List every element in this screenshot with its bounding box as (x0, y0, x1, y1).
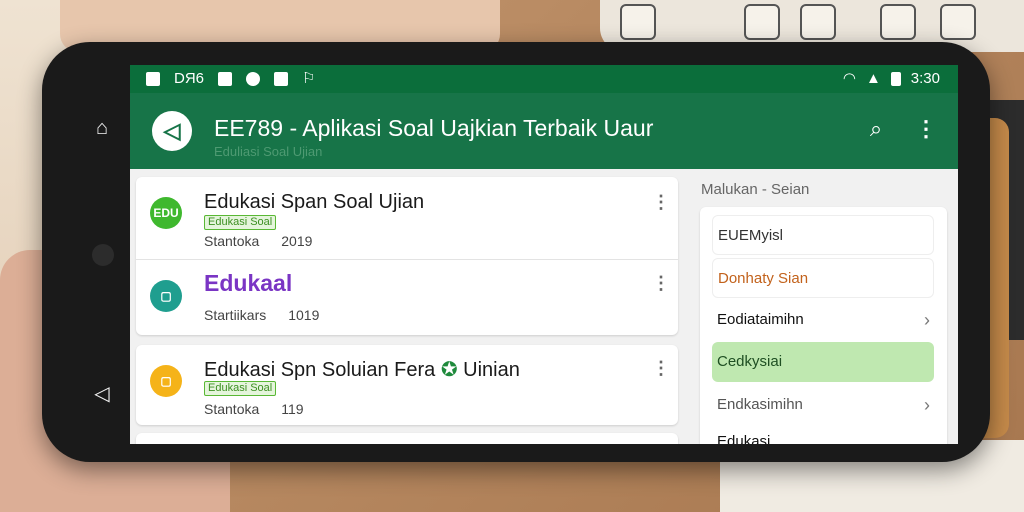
key-decor (620, 4, 656, 40)
key-decor (800, 4, 836, 40)
list-item[interactable]: ▢ Edukaal Startiikars 1019 ⋮ (136, 260, 678, 335)
wifi-icon: ◠ (842, 70, 856, 87)
side-item[interactable]: Eodiataimihn › (712, 300, 934, 340)
side-item[interactable]: Donhaty Sian (712, 258, 934, 298)
status-time: 3:30 (910, 70, 940, 87)
item-tag: Edukasi Soal (204, 381, 277, 396)
item-meta: Startiikars 1019 (204, 307, 319, 323)
chevron-right-icon: › (924, 310, 930, 330)
status-text: DЯ6 (174, 70, 205, 87)
item-author: Stantoka (204, 401, 260, 417)
side-item[interactable]: EUEMyisl (712, 215, 934, 255)
app-screen: DЯ6 ⚐ ◠ ▲ 3:30 ◁ EE789 - Aplikasi Soal U… (130, 65, 958, 444)
document-icon: ▢ (150, 365, 182, 397)
item-title: Edukasi Span Soal Ujian (204, 191, 425, 213)
list-card-partial (136, 433, 678, 444)
side-panel-heading: Malukan - Seian (701, 181, 810, 198)
signal-icon: ▲ (865, 70, 881, 87)
item-author: Startiikars (204, 307, 267, 323)
edu-app-icon: EDU (150, 197, 182, 229)
item-title: Edukaal (204, 270, 293, 296)
gallery-icon (274, 72, 289, 86)
side-item-label: Endkasimihn (717, 396, 803, 413)
side-item-label: Eodiataimihn (717, 311, 804, 328)
chevron-right-icon: › (924, 395, 930, 415)
status-bar: DЯ6 ⚐ ◠ ▲ 3:30 (130, 65, 958, 93)
side-item[interactable]: Edukasi (712, 427, 934, 444)
key-decor (880, 4, 916, 40)
battery-icon (890, 72, 901, 86)
list-item[interactable]: ▢ Edukasi Spn Soluian Fera ✪ Uinian Eduk… (136, 345, 678, 425)
key-decor (940, 4, 976, 40)
image-icon (218, 72, 233, 86)
award-icon: ✪ (440, 359, 458, 381)
side-item-label: Edukasi (717, 433, 771, 444)
side-item[interactable]: Endkasimihn › (712, 385, 934, 425)
camera-icon (92, 244, 114, 266)
book-icon: ▢ (150, 280, 182, 312)
side-item-label: Donhaty Sian (718, 270, 809, 287)
more-vert-icon[interactable]: ⋮ (652, 272, 670, 294)
item-meta: Stantoka 2019 (204, 233, 312, 249)
home-icon[interactable]: ⌂ (90, 116, 114, 140)
more-vert-icon[interactable]: ⋮ (914, 115, 938, 143)
list-item[interactable]: EDU Edukasi Span Soal Ujian Edukasi Soal… (136, 177, 678, 259)
app-title: EE789 - Aplikasi Soal Uajkian Terbaik Ua… (214, 115, 654, 141)
app-bar: ◁ EE789 - Aplikasi Soal Uajkian Terbaik … (130, 93, 958, 169)
side-panel: EUEMyisl Donhaty Sian Eodiataimihn › Ced… (700, 207, 947, 444)
back-icon[interactable]: ◁ (90, 382, 114, 406)
more-vert-icon[interactable]: ⋮ (652, 191, 670, 213)
item-title: Edukasi Spn Soluian Fera ✪ Uinian (204, 357, 520, 382)
sync-icon (246, 72, 261, 86)
key-decor (744, 4, 780, 40)
signal-mini-icon: ⚐ (302, 70, 316, 87)
item-year: 1019 (288, 307, 320, 323)
item-title-suffix: Uinian (463, 359, 520, 381)
more-vert-icon[interactable]: ⋮ (652, 357, 670, 379)
item-meta: Stantoka 119 (204, 401, 304, 417)
notification-icon (146, 72, 160, 86)
item-title-text: Edukasi Spn Soluian Fera (204, 359, 436, 381)
search-icon[interactable]: ⌕ (862, 115, 890, 143)
list-card: ▢ Edukasi Spn Soluian Fera ✪ Uinian Eduk… (136, 345, 678, 425)
item-tag: Edukasi Soal (204, 215, 277, 230)
item-year: 119 (281, 401, 304, 417)
item-year: 2019 (281, 233, 313, 249)
send-arrow-icon[interactable]: ◁ (152, 111, 192, 151)
list-card: EDU Edukasi Span Soal Ujian Edukasi Soal… (136, 177, 678, 335)
app-subtitle: Eduliasi Soal Ujian (214, 144, 323, 159)
side-item-label: EUEMyisl (718, 227, 784, 244)
side-item-selected[interactable]: Cedkysiai (712, 342, 934, 382)
item-author: Stantoka (204, 233, 260, 249)
side-item-label: Cedkysiai (717, 353, 783, 370)
